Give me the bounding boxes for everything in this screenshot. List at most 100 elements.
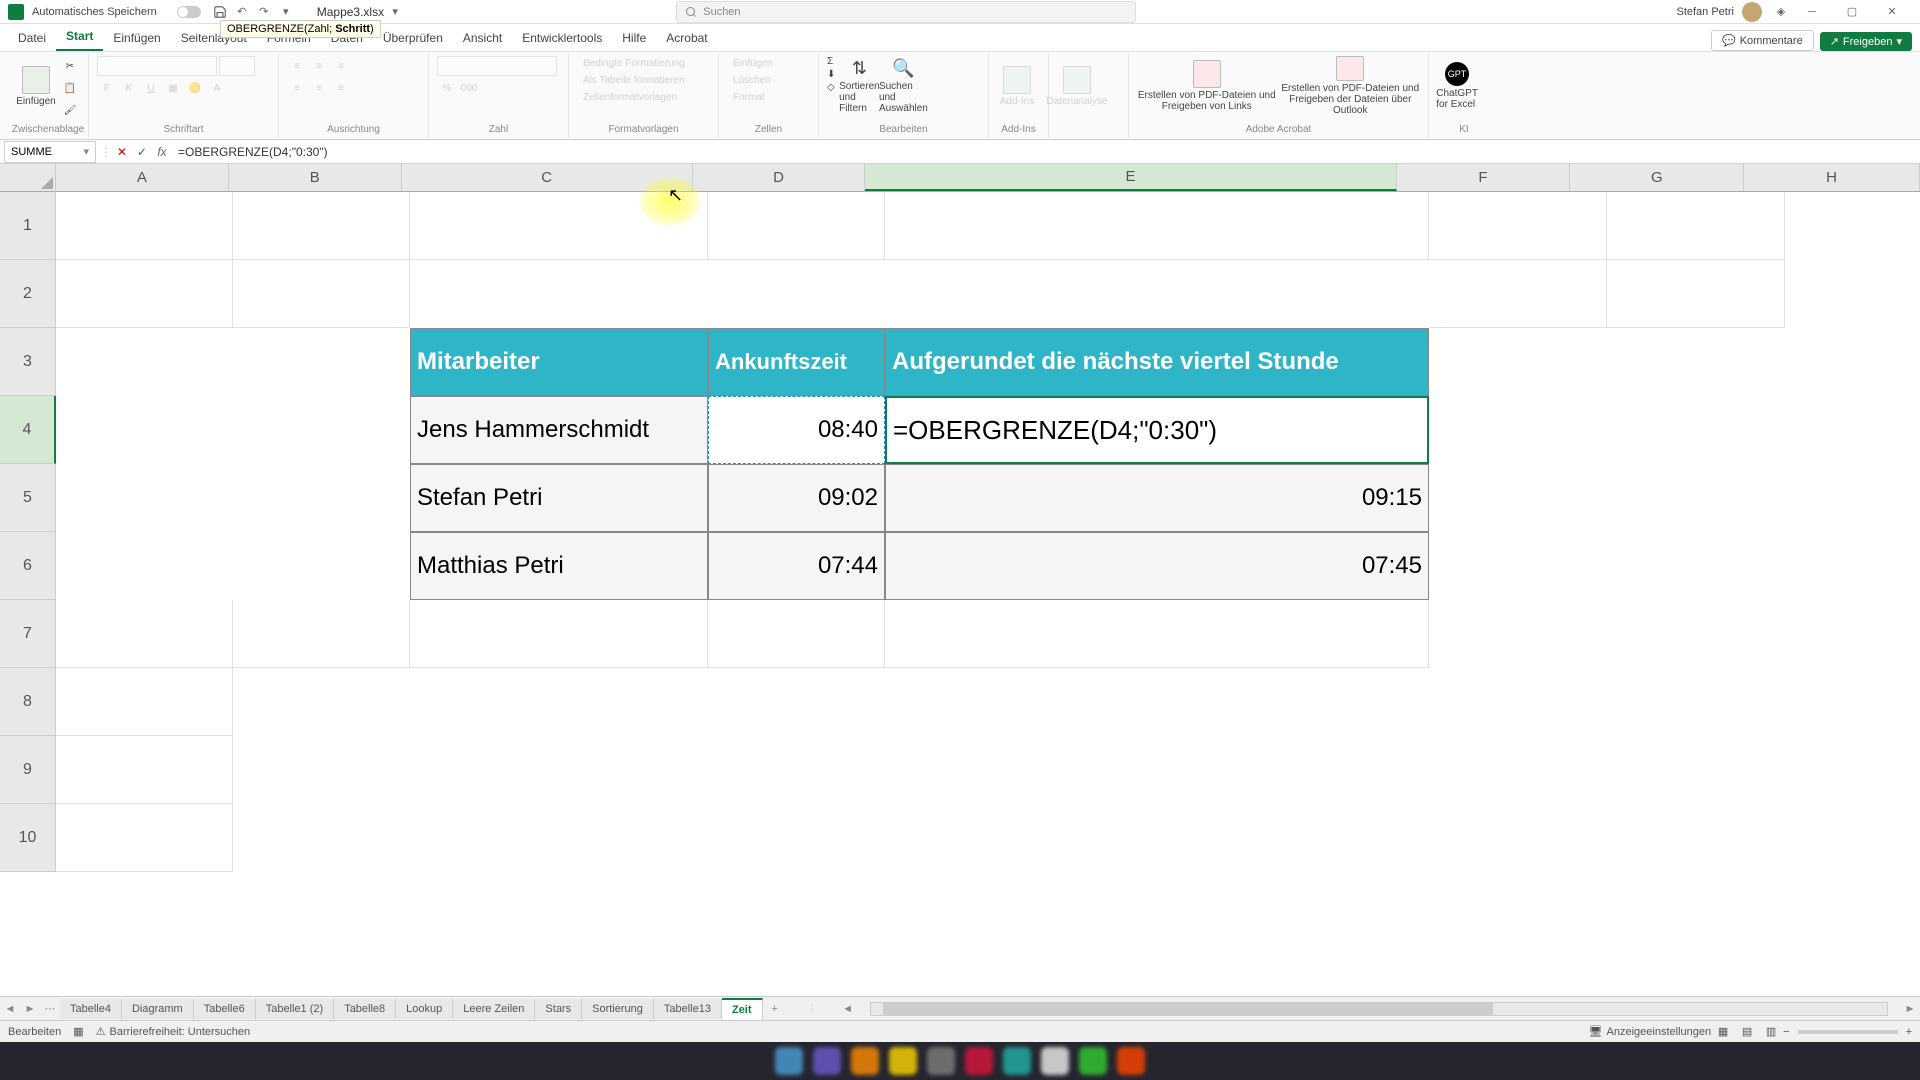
search-box[interactable]: Suchen (676, 1, 1136, 23)
accessibility-label[interactable]: Barrierefreiheit: Untersuchen (110, 1026, 251, 1038)
tab-ueberpruefen[interactable]: Überprüfen (373, 25, 453, 51)
fx-button[interactable]: fx (152, 142, 172, 162)
row-4[interactable]: 4 (0, 396, 56, 464)
cell-d5[interactable]: 09:02 (708, 464, 885, 532)
sheet-tab-active[interactable]: Zeit (722, 998, 763, 1020)
col-b[interactable]: B (229, 164, 402, 191)
header-ankunftszeit[interactable]: Ankunftszeit (708, 328, 885, 396)
sheet-tab[interactable]: Tabelle13 (654, 999, 722, 1019)
taskbar-icon[interactable] (775, 1047, 803, 1075)
cell-e4-editing[interactable]: =OBERGRENZE(D4;"0:30") (885, 396, 1429, 464)
view-normal[interactable]: ▦ (1711, 1023, 1735, 1041)
sheet-tab[interactable]: Diagramm (122, 999, 194, 1019)
filename-label[interactable]: Mappe3.xlsx (317, 5, 384, 19)
taskbar-icon[interactable] (1003, 1047, 1031, 1075)
taskbar-icon[interactable] (1117, 1047, 1145, 1075)
sheet-nav-next[interactable]: ► (20, 1003, 40, 1015)
cell-d4[interactable]: 08:40 (708, 396, 885, 464)
row-8[interactable]: 8 (0, 668, 56, 736)
taskbar-icon[interactable] (889, 1047, 917, 1075)
sheet-tab[interactable]: Tabelle8 (334, 999, 396, 1019)
copy-button[interactable]: 📋 (60, 78, 80, 98)
cell-e5[interactable]: 09:15 (885, 464, 1429, 532)
col-g[interactable]: G (1570, 164, 1744, 191)
avatar[interactable] (1742, 2, 1762, 22)
taskbar-icon[interactable] (965, 1047, 993, 1075)
col-a[interactable]: A (56, 164, 229, 191)
taskbar-icon[interactable] (927, 1047, 955, 1075)
cell-e6[interactable]: 07:45 (885, 532, 1429, 600)
formula-input[interactable]: =OBERGRENZE(D4;"0:30") (172, 145, 1920, 159)
display-settings[interactable]: Anzeigeeinstellungen (1607, 1026, 1712, 1038)
row-3[interactable]: 3 (0, 328, 56, 396)
taskbar-icon[interactable] (1079, 1047, 1107, 1075)
tab-start[interactable]: Start (56, 23, 103, 51)
tab-einfuegen[interactable]: Einfügen (103, 25, 170, 51)
confirm-formula[interactable]: ✓ (132, 142, 152, 162)
sheet-nav-more[interactable]: ⋯ (40, 1002, 60, 1015)
horizontal-scrollbar[interactable] (870, 1002, 1888, 1016)
header-aufgerundet[interactable]: Aufgerundet die nächste viertel Stunde (885, 328, 1429, 396)
col-c[interactable]: C (402, 164, 693, 191)
row-5[interactable]: 5 (0, 464, 56, 532)
taskbar-icon[interactable] (851, 1047, 879, 1075)
row-6[interactable]: 6 (0, 532, 56, 600)
cell-d6[interactable]: 07:44 (708, 532, 885, 600)
row-9[interactable]: 9 (0, 736, 56, 804)
sheet-tab[interactable]: Leere Zeilen (453, 999, 535, 1019)
sheet-tab[interactable]: Tabelle4 (60, 999, 122, 1019)
row-2[interactable]: 2 (0, 260, 56, 328)
share-button[interactable]: ↗ Freigeben ▾ (1820, 32, 1912, 51)
tab-acrobat[interactable]: Acrobat (656, 25, 717, 51)
col-d[interactable]: D (693, 164, 866, 191)
tab-entwicklertools[interactable]: Entwicklertools (512, 25, 612, 51)
cut-button[interactable]: ✂ (60, 56, 80, 76)
search-placeholder: Suchen (703, 6, 740, 18)
view-layout[interactable]: ▤ (1735, 1023, 1759, 1041)
paste-button[interactable]: Einfügen (16, 56, 56, 116)
row-7[interactable]: 7 (0, 600, 56, 668)
sheet-tab[interactable]: Lookup (396, 999, 453, 1019)
tab-ansicht[interactable]: Ansicht (453, 25, 512, 51)
save-button[interactable] (211, 3, 229, 21)
qat-dropdown[interactable]: ▾ (277, 3, 295, 21)
sheet-tab[interactable]: Tabelle1 (2) (256, 999, 334, 1019)
redo-button[interactable]: ↷ (255, 3, 273, 21)
maximize-button[interactable]: ▢ (1832, 0, 1872, 24)
sheet-nav-prev[interactable]: ◄ (0, 1003, 20, 1015)
taskbar-icon[interactable] (1041, 1047, 1069, 1075)
select-all-corner[interactable] (0, 164, 56, 192)
view-break[interactable]: ▥ (1759, 1023, 1783, 1041)
row-1[interactable]: 1 (0, 192, 56, 260)
col-e[interactable]: E (865, 164, 1396, 191)
autosave-toggle[interactable] (177, 6, 201, 18)
group-clipboard: Einfügen ✂ 📋 🖌 Zwischenablage (8, 54, 89, 137)
close-button[interactable]: ✕ (1872, 0, 1912, 24)
sheet-tab[interactable]: Tabelle6 (194, 999, 256, 1019)
chatgpt-button[interactable]: GPTChatGPT for Excel (1437, 56, 1477, 116)
comments-button[interactable]: 💬 Kommentare (1711, 30, 1814, 51)
col-h[interactable]: H (1744, 164, 1920, 191)
cancel-formula[interactable]: ✕ (112, 142, 132, 162)
sheet-tab[interactable]: Sortierung (582, 999, 654, 1019)
present-icon[interactable]: ◈ (1772, 3, 1790, 21)
cell-c6[interactable]: Matthias Petri (410, 532, 708, 600)
col-f[interactable]: F (1397, 164, 1571, 191)
name-box[interactable]: SUMME▾ (4, 141, 96, 163)
sheet-tab[interactable]: Stars (535, 999, 582, 1019)
tab-datei[interactable]: Datei (8, 25, 56, 51)
undo-button[interactable]: ↶ (233, 3, 251, 21)
taskbar-icon[interactable] (813, 1047, 841, 1075)
minimize-button[interactable]: ─ (1792, 0, 1832, 24)
row-10[interactable]: 10 (0, 804, 56, 872)
header-mitarbeiter[interactable]: Mitarbeiter (410, 328, 708, 396)
filename-dropdown[interactable]: ▾ (386, 3, 404, 21)
find-select-button[interactable]: 🔍Suchen und Auswählen (883, 56, 923, 116)
cells-area[interactable]: Mitarbeiter Ankunftszeit Aufgerundet die… (56, 192, 1920, 996)
tab-hilfe[interactable]: Hilfe (612, 25, 656, 51)
cell-c4[interactable]: Jens Hammerschmidt (410, 396, 708, 464)
cell-c5[interactable]: Stefan Petri (410, 464, 708, 532)
format-painter[interactable]: 🖌 (60, 100, 80, 120)
add-sheet-button[interactable]: + (763, 1003, 787, 1015)
zoom-slider[interactable] (1798, 1030, 1898, 1034)
